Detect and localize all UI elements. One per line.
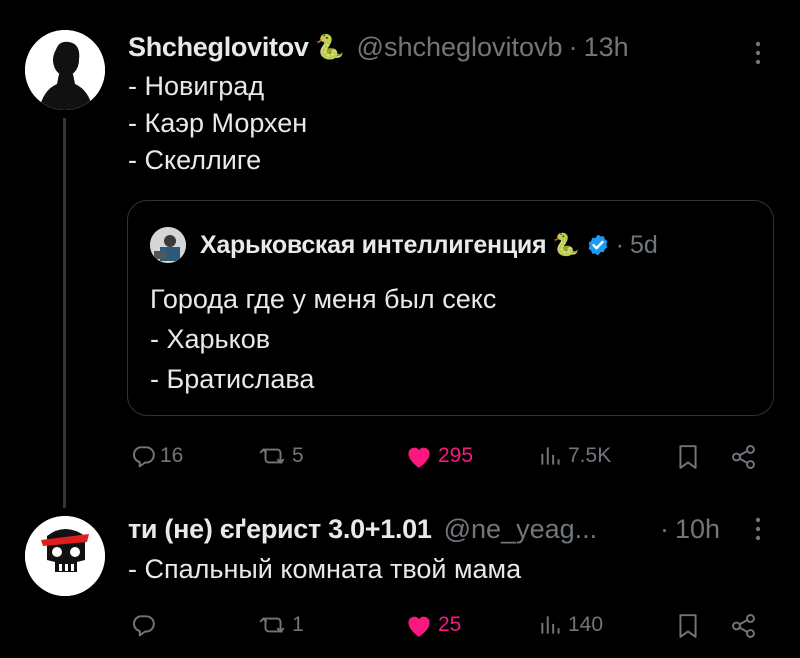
quoted-timestamp[interactable]: 5d bbox=[630, 231, 658, 260]
badge-emoji: 🐍 bbox=[314, 33, 345, 61]
timestamp[interactable]: 13h bbox=[584, 32, 629, 63]
quoted-display-name[interactable]: Харьковская интеллигенция bbox=[200, 231, 547, 260]
separator-dot: · bbox=[568, 31, 578, 62]
views-count: 140 bbox=[568, 613, 604, 636]
text-line: - Скеллиге bbox=[128, 145, 262, 175]
reply-icon bbox=[130, 612, 156, 638]
like-count: 25 bbox=[438, 613, 462, 636]
quoted-badge-emoji: 🐍 bbox=[552, 232, 580, 257]
verified-icon bbox=[586, 233, 610, 257]
views-count: 7.5K bbox=[568, 444, 612, 467]
more-icon[interactable] bbox=[748, 40, 768, 66]
like-button[interactable]: 295 bbox=[404, 443, 473, 469]
tweet-text: - Спальный комната твой мама bbox=[128, 551, 521, 588]
display-name[interactable]: ти (не) єґерист 3.0+1.01 bbox=[128, 514, 432, 545]
repost-icon bbox=[258, 443, 288, 469]
heart-icon bbox=[404, 612, 434, 638]
quoted-tweet[interactable]: Харьковская интеллигенция 🐍 · 5d Города … bbox=[127, 200, 774, 416]
views-button[interactable]: 7.5K bbox=[538, 443, 611, 469]
text-line: - Харьков bbox=[150, 324, 271, 354]
repost-icon bbox=[258, 612, 288, 638]
reply-button[interactable] bbox=[130, 612, 160, 638]
tweet-header: Shcheglovitov 🐍 @shcheglovitovb · 13h bbox=[128, 30, 629, 64]
timestamp[interactable]: 10h bbox=[675, 514, 720, 545]
tweet-meta: · 10h bbox=[660, 512, 720, 546]
repost-count: 1 bbox=[292, 613, 304, 636]
reply-count: 16 bbox=[160, 444, 184, 467]
views-icon bbox=[538, 443, 564, 469]
reply-icon bbox=[130, 443, 156, 469]
like-button[interactable]: 25 bbox=[404, 612, 461, 638]
quoted-avatar-image-icon bbox=[150, 227, 186, 263]
handle[interactable]: @shcheglovitovb bbox=[357, 32, 563, 63]
avatar[interactable] bbox=[25, 516, 105, 596]
quoted-header: Харьковская интеллигенция 🐍 · 5d bbox=[200, 227, 658, 263]
more-icon[interactable] bbox=[748, 516, 768, 542]
avatar-silhouette-icon bbox=[25, 30, 105, 110]
quoted-text: Города где у меня был секс - Харьков - Б… bbox=[150, 279, 496, 399]
reply-button[interactable]: 16 bbox=[130, 443, 183, 469]
display-name[interactable]: Shcheglovitov bbox=[128, 32, 309, 63]
text-line: - Каэр Морхен bbox=[128, 108, 308, 138]
repost-button[interactable]: 1 bbox=[258, 612, 304, 638]
quoted-avatar bbox=[150, 227, 186, 263]
share-icon[interactable] bbox=[730, 444, 758, 470]
tweet-header: ти (не) єґерист 3.0+1.01 @ne_yeag... bbox=[128, 512, 597, 546]
heart-icon bbox=[404, 443, 434, 469]
handle[interactable]: @ne_yeag... bbox=[444, 514, 598, 545]
avatar-skull-icon bbox=[25, 516, 105, 596]
views-button[interactable]: 140 bbox=[538, 612, 603, 638]
text-line: - Братислава bbox=[150, 364, 315, 394]
thread-connector-line bbox=[63, 118, 66, 508]
bookmark-icon[interactable] bbox=[676, 613, 700, 639]
views-icon bbox=[538, 612, 564, 638]
tweet-text: - Новиград - Каэр Морхен - Скеллиге bbox=[128, 68, 307, 179]
bookmark-icon[interactable] bbox=[676, 444, 700, 470]
text-line: Города где у меня был секс bbox=[150, 284, 497, 314]
avatar[interactable] bbox=[25, 30, 105, 110]
like-count: 295 bbox=[438, 444, 474, 467]
repost-count: 5 bbox=[292, 444, 304, 467]
separator-dot: · bbox=[660, 513, 669, 544]
text-line: - Новиград bbox=[128, 71, 265, 101]
quoted-separator-dot: · bbox=[615, 230, 624, 259]
repost-button[interactable]: 5 bbox=[258, 443, 304, 469]
share-icon[interactable] bbox=[730, 613, 758, 639]
text-line: - Спальный комната твой мама bbox=[128, 554, 522, 584]
